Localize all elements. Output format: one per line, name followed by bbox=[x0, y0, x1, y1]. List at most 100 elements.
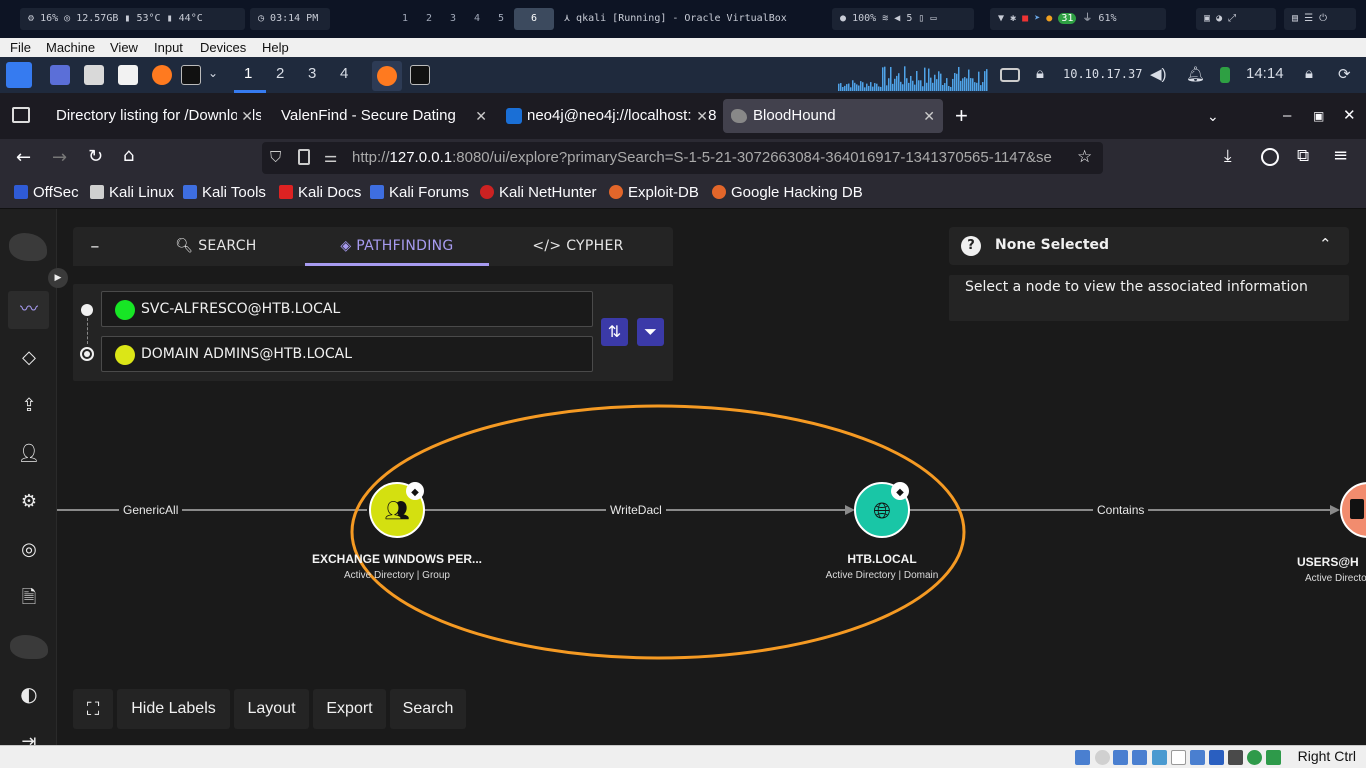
compass-icon[interactable]: ◎ bbox=[17, 538, 41, 562]
menu-file[interactable]: File bbox=[10, 40, 31, 55]
downloads-icon[interactable]: ⤓ bbox=[1224, 146, 1232, 166]
hamburger-menu-icon[interactable]: ≡ bbox=[1333, 145, 1348, 166]
collapse-chevron-icon[interactable]: ⌃ bbox=[1319, 235, 1332, 253]
export-button[interactable]: Export bbox=[313, 689, 386, 729]
usb-icon[interactable] bbox=[1152, 750, 1167, 765]
screenshot-icon[interactable]: ⤢ bbox=[1228, 13, 1236, 24]
window-close-icon[interactable]: ✕ bbox=[1343, 99, 1357, 133]
bookmark-kali-forums[interactable]: Kali Forums bbox=[370, 184, 469, 201]
bookmark-kali-linux[interactable]: Kali Linux bbox=[90, 184, 174, 201]
power-icon[interactable]: ⏻ bbox=[1319, 13, 1327, 24]
menu-view[interactable]: View bbox=[110, 40, 138, 55]
chevron-down-icon[interactable]: ⌄ bbox=[208, 66, 218, 80]
shared-folders-icon[interactable] bbox=[1171, 750, 1186, 765]
new-tab-button[interactable]: + bbox=[955, 99, 977, 133]
power-icon[interactable]: ⟳ bbox=[1338, 65, 1351, 83]
reload-icon[interactable]: ↻ bbox=[88, 146, 103, 167]
edge-filter-button[interactable]: ⏷ bbox=[637, 318, 664, 346]
panel-workspace-1[interactable]: 1 bbox=[244, 65, 252, 82]
bookmark-google-hacking-db[interactable]: Google Hacking DB bbox=[712, 184, 863, 201]
expand-nav-icon[interactable]: ▶ bbox=[48, 268, 68, 288]
tab-pathfinding[interactable]: ◈ PATHFINDING bbox=[305, 227, 489, 266]
file-manager-icon[interactable] bbox=[84, 65, 104, 85]
logout-icon[interactable]: ⇥ bbox=[17, 730, 41, 745]
palette-icon[interactable]: ◕ bbox=[1216, 13, 1222, 24]
bookmark-kali-docs[interactable]: Kali Docs bbox=[279, 184, 361, 201]
menu-icon[interactable]: ☰ bbox=[1304, 13, 1313, 24]
extensions-icon[interactable]: ⧉ bbox=[1297, 146, 1309, 166]
graph-canvas[interactable]: 👥︎ 🌐︎ ◆ ◆ GenericAll WriteDacl Contains … bbox=[57, 379, 1366, 679]
tab-cypher[interactable]: </> CYPHER bbox=[523, 227, 633, 266]
close-icon[interactable]: ✕ bbox=[475, 99, 487, 133]
swap-nodes-button[interactable]: ⇅ bbox=[601, 318, 628, 346]
document-search-icon[interactable]: 🗎︎ bbox=[17, 586, 41, 610]
bookmark-kali-tools[interactable]: Kali Tools bbox=[183, 184, 266, 201]
group-management-icon[interactable]: ◇ bbox=[17, 346, 41, 370]
bookmark-exploit-db[interactable]: Exploit-DB bbox=[609, 184, 699, 201]
telegram-icon[interactable]: ➤ bbox=[1034, 13, 1040, 24]
network-icon[interactable] bbox=[1132, 750, 1147, 765]
hard-disk-icon[interactable] bbox=[1075, 750, 1090, 765]
bookmark-kali-nethunter[interactable]: Kali NetHunter bbox=[480, 184, 597, 201]
keyboard-capture-icon[interactable] bbox=[1266, 750, 1281, 765]
host-workspace-4[interactable]: 4 bbox=[465, 8, 489, 30]
tab-search[interactable]: 🔍︎ SEARCH bbox=[161, 227, 271, 266]
user-settings-icon[interactable]: ⚙ bbox=[17, 490, 41, 514]
wifi-icon[interactable]: ▼ bbox=[998, 13, 1004, 24]
optical-drive-icon[interactable] bbox=[1095, 750, 1110, 765]
tab-directory-listing[interactable]: Directory listing for /Downloads ✕ bbox=[46, 99, 261, 133]
forward-icon[interactable]: → bbox=[52, 147, 67, 168]
host-workspace-6[interactable]: 6 bbox=[514, 8, 554, 30]
upload-icon[interactable]: ⇪ bbox=[17, 394, 41, 418]
home-icon[interactable]: ⌂ bbox=[123, 145, 134, 166]
taskbar-terminal[interactable] bbox=[410, 65, 430, 85]
host-workspace-1[interactable]: 1 bbox=[393, 8, 417, 30]
url-text[interactable]: http://127.0.0.1:8080/ui/explore?primary… bbox=[352, 149, 1077, 166]
bloodhound-community-icon[interactable] bbox=[10, 635, 48, 659]
account-icon[interactable] bbox=[1261, 148, 1279, 166]
collapse-panel-button[interactable]: – bbox=[73, 227, 117, 266]
tab-neo4j[interactable]: neo4j@neo4j://localhost:7687 ✕ bbox=[498, 99, 716, 133]
url-bar[interactable]: ⛉ ⚌ http://127.0.0.1:8080/ui/explore?pri… bbox=[262, 142, 1103, 174]
explore-icon[interactable]: 〰 bbox=[17, 298, 41, 322]
taskbar-firefox[interactable] bbox=[372, 61, 402, 91]
cpu-icon[interactable] bbox=[1228, 750, 1243, 765]
panel-workspace-2[interactable]: 2 bbox=[276, 65, 284, 82]
tab-valenfind[interactable]: ValenFind - Secure Dating ✕ bbox=[270, 99, 495, 133]
bell-icon[interactable]: 🔔︎ bbox=[1186, 65, 1205, 83]
chevron-down-icon[interactable]: ⌄ bbox=[1207, 99, 1223, 133]
info-header[interactable]: ? None Selected ⌃ bbox=[949, 227, 1349, 265]
host-workspace-5[interactable]: 5 bbox=[489, 8, 513, 30]
user-icon[interactable]: 👤︎ bbox=[17, 442, 41, 466]
terminal-icon[interactable] bbox=[181, 65, 201, 85]
page-info-icon[interactable] bbox=[298, 149, 310, 165]
notifications-badge[interactable]: 31 bbox=[1058, 13, 1077, 24]
desktop-icon[interactable] bbox=[50, 65, 70, 85]
app-tray-icon[interactable]: ● bbox=[1046, 13, 1052, 24]
close-icon[interactable]: ✕ bbox=[692, 99, 708, 133]
menu-input[interactable]: Input bbox=[154, 40, 183, 55]
crop-icon[interactable]: ⛶ bbox=[73, 689, 113, 729]
host-workspace-2[interactable]: 2 bbox=[417, 8, 441, 30]
bookmark-offsec[interactable]: OffSec bbox=[14, 184, 79, 201]
start-node-input[interactable]: SVC-ALFRESCO@HTB.LOCAL bbox=[101, 291, 593, 327]
bookmark-star-icon[interactable]: ☆ bbox=[1077, 147, 1092, 167]
display-icon[interactable] bbox=[1190, 750, 1205, 765]
tab-bloodhound[interactable]: BloodHound ✕ bbox=[723, 99, 943, 133]
lock-icon[interactable]: 🔒︎ bbox=[1305, 65, 1313, 82]
dark-mode-icon[interactable]: ◐ bbox=[17, 682, 41, 706]
shield-icon[interactable]: ⛉ bbox=[270, 148, 281, 166]
search-button[interactable]: Search bbox=[390, 689, 466, 729]
menu-devices[interactable]: Devices bbox=[200, 40, 246, 55]
display-icon[interactable] bbox=[1000, 68, 1020, 82]
end-node-input[interactable]: DOMAIN ADMINS@HTB.LOCAL bbox=[101, 336, 593, 372]
layout-button[interactable]: Layout bbox=[234, 689, 309, 729]
menu-machine[interactable]: Machine bbox=[46, 40, 95, 55]
permissions-icon[interactable]: ⚌ bbox=[324, 148, 337, 166]
bloodhound-logo-icon[interactable] bbox=[9, 233, 47, 261]
firefox-icon[interactable] bbox=[152, 65, 172, 85]
panel-workspace-3[interactable]: 3 bbox=[308, 65, 316, 82]
host-workspace-3[interactable]: 3 bbox=[441, 8, 465, 30]
close-icon[interactable]: ✕ bbox=[923, 99, 935, 133]
app-tray-icon[interactable]: ■ bbox=[1022, 13, 1028, 24]
